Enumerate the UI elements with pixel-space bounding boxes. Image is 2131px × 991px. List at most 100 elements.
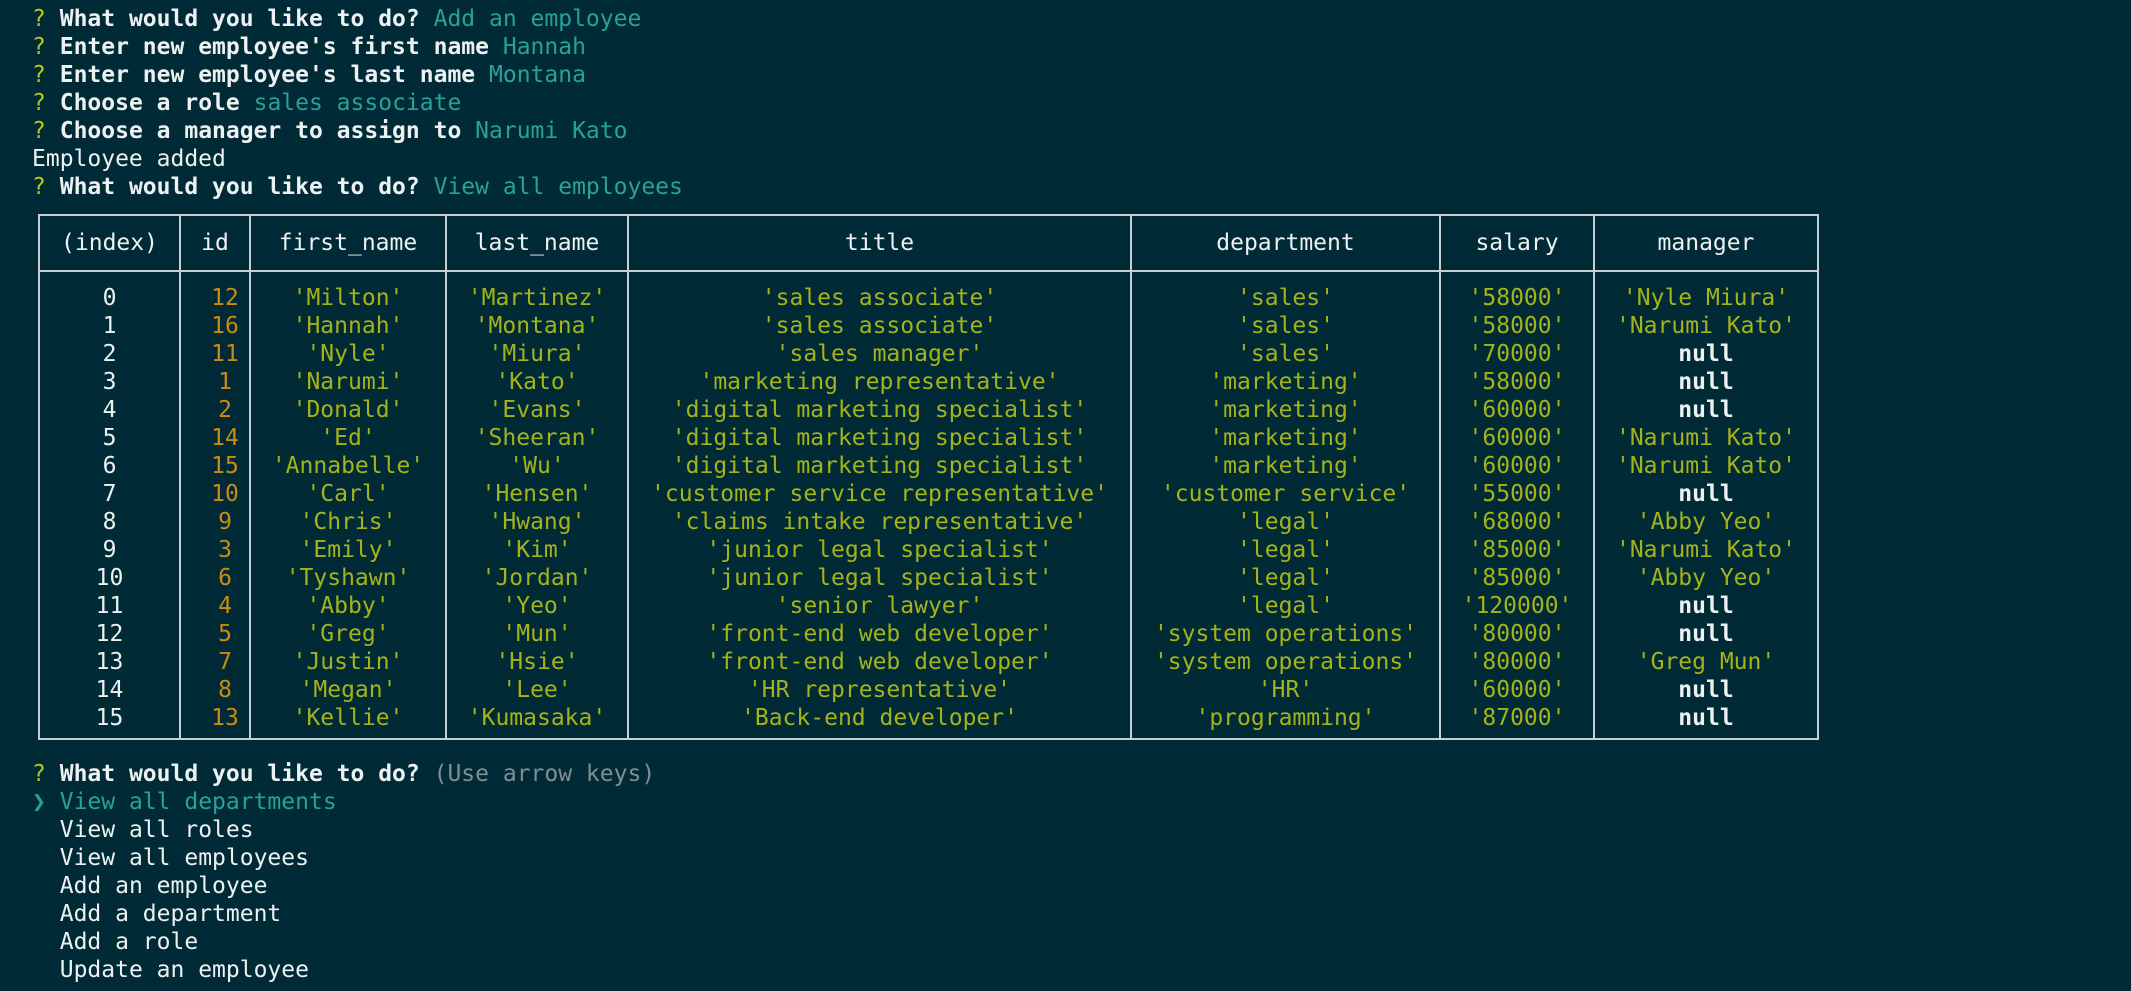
prompt-question: Enter new employee's first name bbox=[59, 34, 489, 60]
column-header: manager bbox=[1593, 214, 1819, 272]
cell-salary: '80000' bbox=[1439, 620, 1595, 648]
prompt-answer: Montana bbox=[489, 62, 586, 88]
cell-salary: '58000' bbox=[1439, 271, 1595, 312]
cell-department: 'legal' bbox=[1130, 564, 1441, 592]
menu-indent bbox=[32, 929, 46, 955]
menu-item-label: Add an employee bbox=[59, 873, 268, 899]
table-row: 10 6 'Tyshawn' 'Jordan''junior legal specia… bbox=[38, 564, 1819, 592]
cell-index: 15 bbox=[38, 704, 181, 740]
cell-index: 6 bbox=[38, 452, 181, 480]
cell-salary: '60000' bbox=[1439, 676, 1595, 704]
cell-index: 7 bbox=[38, 480, 181, 508]
prompt-line-action: ? What would you like to do? Add an empl… bbox=[32, 5, 641, 33]
table-row: 6 15 'Annabelle' 'Wu''digital marketing spe… bbox=[38, 452, 1819, 480]
employees-table: (index) id first_name last_name title de… bbox=[38, 214, 1819, 740]
menu-item-label: View all employees bbox=[59, 845, 309, 871]
cell-id: 11 bbox=[179, 340, 251, 368]
menu-item[interactable]: View all roles bbox=[32, 816, 254, 844]
table-row: 8 9 'Chris' 'Hwang''claims intake represent… bbox=[38, 508, 1819, 536]
cell-last-name: 'Wu' bbox=[445, 452, 629, 480]
cell-title: 'front-end web developer' bbox=[627, 620, 1132, 648]
cell-manager: 'Narumi Kato' bbox=[1593, 452, 1819, 480]
cell-department: 'marketing' bbox=[1130, 424, 1441, 452]
prompt-answer: Narumi Kato bbox=[475, 118, 628, 144]
column-header: first_name bbox=[249, 214, 447, 272]
prompt-line-last-name: ? Enter new employee's last name Montana bbox=[32, 61, 586, 89]
cell-title: 'senior lawyer' bbox=[627, 592, 1132, 620]
cell-id: 16 bbox=[179, 312, 251, 340]
question-mark: ? bbox=[32, 6, 46, 32]
menu-item[interactable]: Add an employee bbox=[32, 872, 268, 900]
cell-department: 'sales' bbox=[1130, 340, 1441, 368]
cell-first-name: 'Nyle' bbox=[249, 340, 447, 368]
menu-item-label: View all roles bbox=[59, 817, 254, 843]
cell-first-name: 'Hannah' bbox=[249, 312, 447, 340]
prompt-line-role: ? Choose a role sales associate bbox=[32, 89, 461, 117]
cell-id: 14 bbox=[179, 424, 251, 452]
cell-last-name: 'Montana' bbox=[445, 312, 629, 340]
cell-index: 0 bbox=[38, 271, 181, 312]
cell-index: 2 bbox=[38, 340, 181, 368]
prompt-line-view: ? What would you like to do? View all em… bbox=[32, 173, 683, 201]
prompt-question: What would you like to do? bbox=[59, 761, 420, 787]
cell-index: 4 bbox=[38, 396, 181, 424]
cell-last-name: 'Evans' bbox=[445, 396, 629, 424]
cell-id: 7 bbox=[179, 648, 251, 676]
menu-item[interactable]: Add a department bbox=[32, 900, 282, 928]
cell-index: 14 bbox=[38, 676, 181, 704]
menu-indent bbox=[32, 817, 46, 843]
table-row: 5 14 'Ed' 'Sheeran''digital marketing speci… bbox=[38, 424, 1819, 452]
table-row: 11 4 'Abby' 'Yeo''senior lawyer''legal' '120… bbox=[38, 592, 1819, 620]
cell-id: 1 bbox=[179, 368, 251, 396]
cell-last-name: 'Hsie' bbox=[445, 648, 629, 676]
cell-department: 'system operations' bbox=[1130, 620, 1441, 648]
cell-title: 'junior legal specialist' bbox=[627, 564, 1132, 592]
cell-manager: null bbox=[1593, 368, 1819, 396]
column-header: title bbox=[627, 214, 1132, 272]
cell-last-name: 'Hensen' bbox=[445, 480, 629, 508]
menu-item[interactable]: Update an employee bbox=[32, 956, 309, 984]
cell-index: 13 bbox=[38, 648, 181, 676]
column-header: (index) bbox=[38, 214, 181, 272]
cell-id: 6 bbox=[179, 564, 251, 592]
table-row: 9 3 'Emily' 'Kim''junior legal specialist' '… bbox=[38, 536, 1819, 564]
prompt-question: What would you like to do? bbox=[59, 6, 420, 32]
cell-department: 'marketing' bbox=[1130, 396, 1441, 424]
table-row: 4 2 'Donald' 'Evans''digital marketing spec… bbox=[38, 396, 1819, 424]
prompt-line-manager: ? Choose a manager to assign to Narumi K… bbox=[32, 117, 627, 145]
cell-title: 'junior legal specialist' bbox=[627, 536, 1132, 564]
cell-title: 'claims intake representative' bbox=[627, 508, 1132, 536]
menu-item[interactable]: ❯ View all departments bbox=[32, 788, 337, 816]
cell-last-name: 'Miura' bbox=[445, 340, 629, 368]
table-row: 12 5 'Greg' 'Mun''front-end web developer' '… bbox=[38, 620, 1819, 648]
cell-manager: null bbox=[1593, 704, 1819, 740]
cell-last-name: 'Kumasaka' bbox=[445, 704, 629, 740]
table-header-row: (index) id first_name last_name title de… bbox=[38, 214, 1819, 272]
cell-index: 8 bbox=[38, 508, 181, 536]
question-mark: ? bbox=[32, 62, 46, 88]
cell-id: 15 bbox=[179, 452, 251, 480]
cell-first-name: 'Abby' bbox=[249, 592, 447, 620]
cell-last-name: 'Hwang' bbox=[445, 508, 629, 536]
cell-title: 'digital marketing specialist' bbox=[627, 452, 1132, 480]
menu-item[interactable]: View all employees bbox=[32, 844, 309, 872]
cell-last-name: 'Kato' bbox=[445, 368, 629, 396]
cell-salary: '58000' bbox=[1439, 312, 1595, 340]
prompt-question: Enter new employee's last name bbox=[59, 62, 476, 88]
menu-item[interactable]: Add a role bbox=[32, 928, 198, 956]
cell-department: 'HR' bbox=[1130, 676, 1441, 704]
cell-manager: 'Greg Mun' bbox=[1593, 648, 1819, 676]
cell-id: 3 bbox=[179, 536, 251, 564]
cell-first-name: 'Emily' bbox=[249, 536, 447, 564]
pointer-icon: ❯ bbox=[32, 789, 46, 815]
cell-department: 'programming' bbox=[1130, 704, 1441, 740]
column-header: id bbox=[179, 214, 251, 272]
column-header: last_name bbox=[445, 214, 629, 272]
table-row: 1 16 'Hannah' 'Montana''sales associate''sa… bbox=[38, 312, 1819, 340]
cell-title: 'sales associate' bbox=[627, 312, 1132, 340]
column-header: department bbox=[1130, 214, 1441, 272]
cell-index: 10 bbox=[38, 564, 181, 592]
cell-salary: '70000' bbox=[1439, 340, 1595, 368]
menu-item-label: Update an employee bbox=[59, 957, 309, 983]
table-row: 13 7 'Justin' 'Hsie''front-end web develope… bbox=[38, 648, 1819, 676]
